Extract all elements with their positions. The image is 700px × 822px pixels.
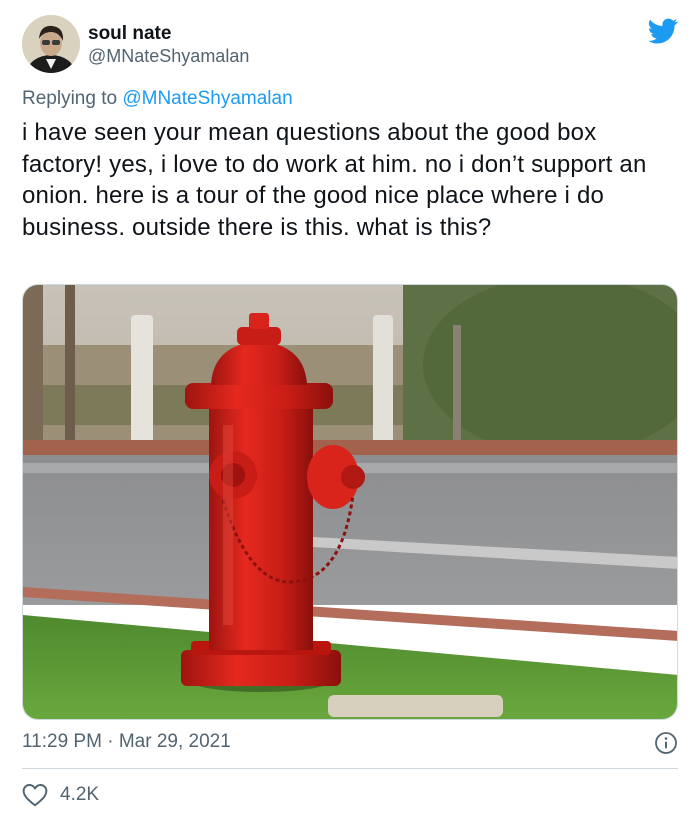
twitter-bird-icon[interactable] <box>648 18 678 44</box>
meta-separator: · <box>107 731 114 752</box>
tweet-timestamp[interactable]: 11:29 PM · Mar 29, 2021 <box>22 731 231 753</box>
like-button[interactable]: 4.2K <box>22 783 99 807</box>
reply-mention-link[interactable]: @MNateShyamalan <box>122 88 292 109</box>
tweet-text: i have seen your mean questions about th… <box>22 119 647 241</box>
reply-prefix: Replying to <box>22 88 118 109</box>
reply-context: Replying to @MNateShyamalan <box>22 88 293 110</box>
tweet-date: Mar 29, 2021 <box>118 731 231 752</box>
info-icon[interactable] <box>654 731 678 755</box>
tweet-card: soul nate @MNateShyamalan Replying to @M… <box>0 0 700 822</box>
tweet-photo[interactable] <box>22 284 678 720</box>
author-handle[interactable]: @MNateShyamalan <box>88 46 249 67</box>
avatar[interactable] <box>22 15 80 73</box>
fire-hydrant-photo <box>23 285 677 719</box>
tweet-time: 11:29 PM <box>22 731 102 752</box>
author-display-name[interactable]: soul nate <box>88 23 171 45</box>
like-count: 4.2K <box>60 784 100 805</box>
heart-icon <box>22 784 48 807</box>
divider <box>22 768 678 769</box>
